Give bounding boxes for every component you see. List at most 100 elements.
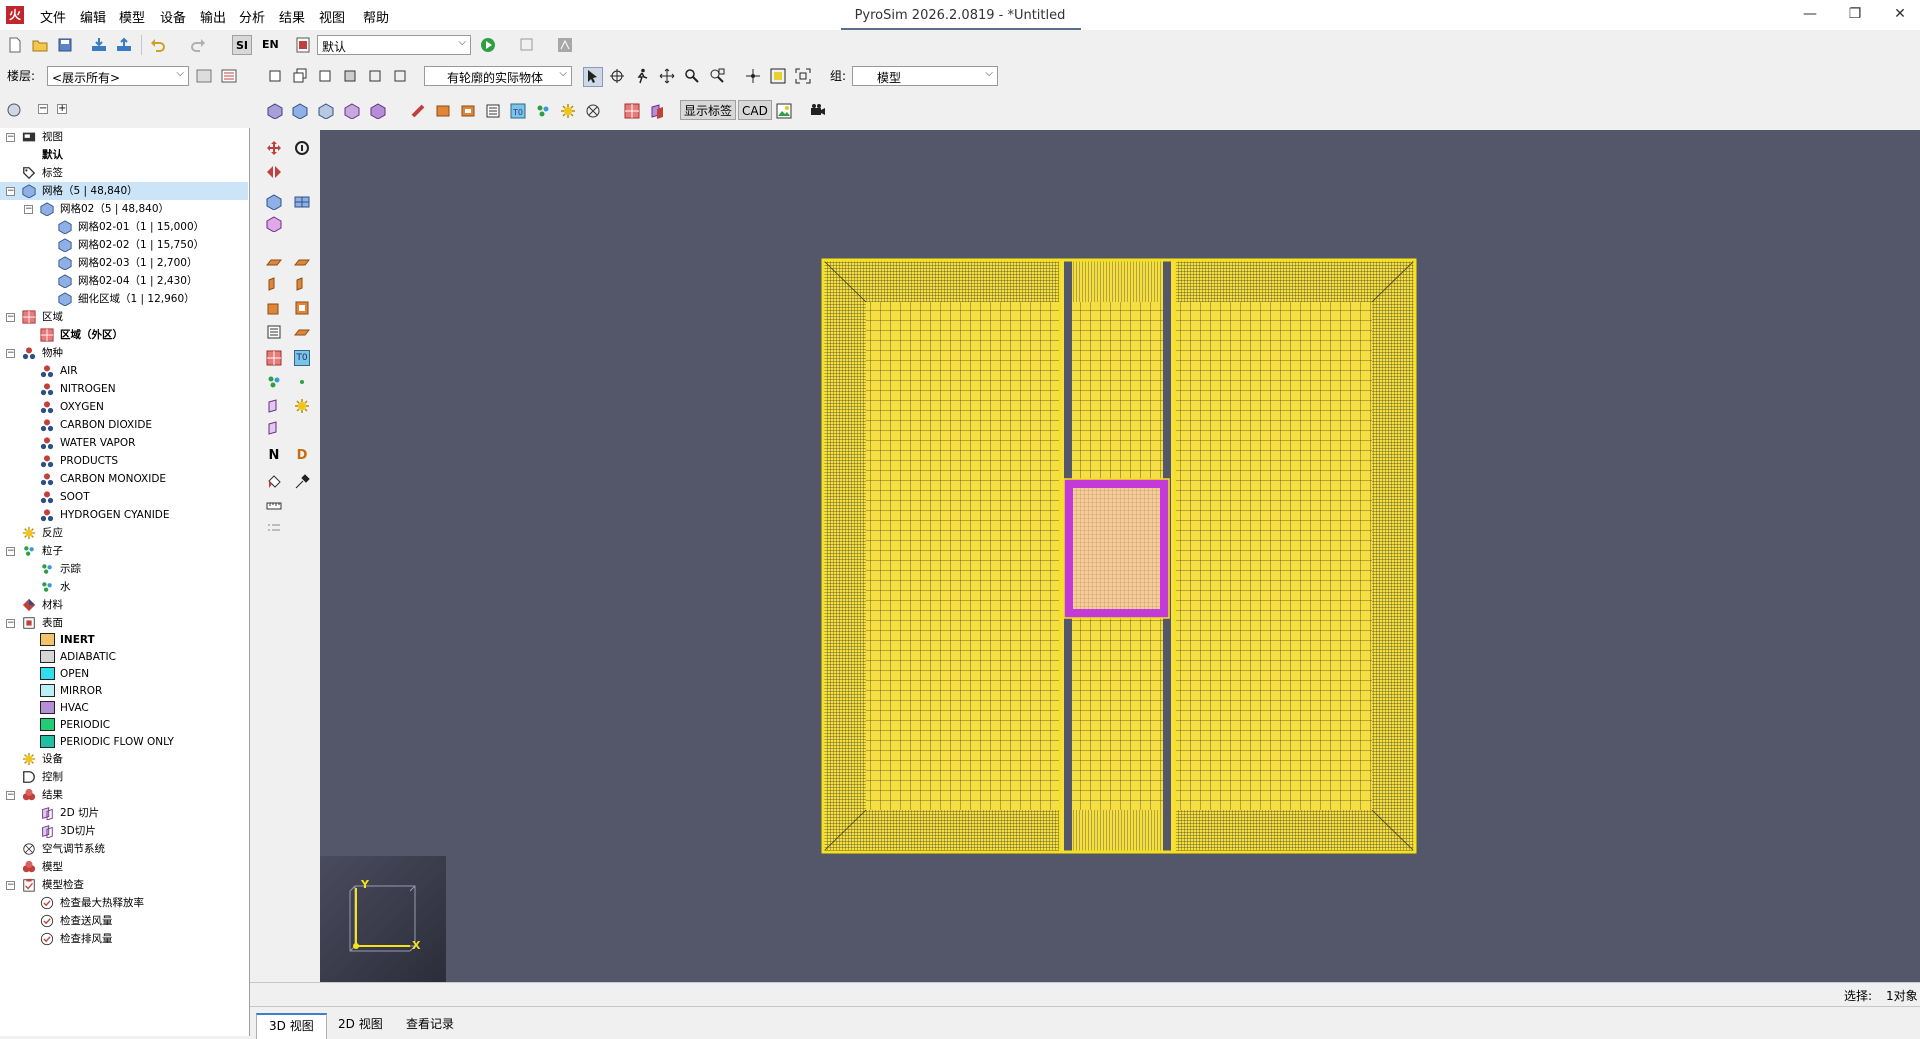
background-image-icon[interactable] bbox=[776, 103, 792, 119]
tab-2d-view[interactable]: 2D 视图 bbox=[326, 1013, 395, 1037]
tree-node-mesh[interactable]: 网格02-01（1 | 15,000） bbox=[0, 218, 249, 236]
point-tool-icon[interactable] bbox=[294, 374, 310, 390]
t0-tool-icon[interactable]: T0 bbox=[294, 350, 310, 366]
tree-node-zones[interactable]: − 区域 bbox=[0, 308, 249, 326]
tree-node-surface-item[interactable]: HVAC bbox=[0, 699, 249, 717]
view-manager-icon[interactable] bbox=[295, 37, 311, 53]
tree-node-particle-item[interactable]: 水 bbox=[0, 578, 249, 596]
floor-list-icon[interactable] bbox=[221, 68, 237, 84]
walk-icon[interactable] bbox=[634, 68, 650, 84]
show-zones-icon[interactable] bbox=[624, 103, 640, 119]
export-icon[interactable] bbox=[116, 37, 132, 53]
obstruction-icon[interactable] bbox=[267, 68, 283, 84]
show-holes-icon[interactable] bbox=[460, 103, 476, 119]
close-button[interactable]: ✕ bbox=[1885, 6, 1915, 24]
floor-select[interactable]: <展示所有> ⌵ bbox=[47, 66, 189, 86]
duct-tool-icon[interactable]: D bbox=[294, 448, 310, 464]
slab-tool-2-icon[interactable] bbox=[294, 254, 310, 270]
3d-viewport[interactable]: Y X bbox=[320, 130, 1920, 982]
tree-node-check-item[interactable]: 检查排风量 bbox=[0, 930, 249, 948]
tree-node-devices[interactable]: 设备 bbox=[0, 750, 249, 768]
show-meshes-icon[interactable]: T0 bbox=[510, 103, 526, 119]
run-simulation-icon[interactable] bbox=[480, 37, 496, 53]
tree-node-species-item[interactable]: PRODUCTS bbox=[0, 452, 249, 470]
hole-tool-icon[interactable] bbox=[294, 300, 310, 316]
tree-node-labels[interactable]: 标签 bbox=[0, 164, 249, 182]
fit-all-icon[interactable] bbox=[795, 68, 811, 84]
unit-en-toggle[interactable]: EN bbox=[259, 35, 282, 55]
obstruction-copy-icon[interactable] bbox=[292, 68, 308, 84]
wall-tool-2-icon[interactable] bbox=[294, 276, 310, 292]
tree-node-species-item[interactable]: WATER VAPOR bbox=[0, 434, 249, 452]
tree-node-surface-item[interactable]: PERIODIC bbox=[0, 716, 249, 734]
collapse-all-icon[interactable]: − bbox=[38, 104, 48, 114]
tree-node-result-item[interactable]: 2D 切片 bbox=[0, 804, 249, 822]
rotate-tool-icon[interactable] bbox=[294, 140, 310, 156]
tree-node-controls[interactable]: 控制 bbox=[0, 768, 249, 786]
tree-node-mesh-group[interactable]: − 网格02（5 | 48,840） bbox=[0, 200, 249, 218]
zoom-icon[interactable] bbox=[684, 68, 700, 84]
split-mesh-icon[interactable] bbox=[294, 194, 310, 210]
show-fires-icon[interactable] bbox=[560, 103, 576, 119]
view-side-icon[interactable] bbox=[344, 103, 360, 119]
tree-node-zone-outer[interactable]: 区域（外区） bbox=[0, 326, 249, 344]
center-icon[interactable] bbox=[745, 68, 761, 84]
undo-icon[interactable] bbox=[150, 37, 166, 53]
tree-node-default-view[interactable]: 默认 bbox=[0, 146, 249, 164]
show-vents-icon[interactable] bbox=[485, 103, 501, 119]
tree-node-views[interactable]: − 视图 bbox=[0, 128, 249, 146]
fire-tool-icon[interactable] bbox=[294, 398, 310, 414]
view-select[interactable]: 默认 ⌵ bbox=[317, 35, 471, 55]
pan-icon[interactable] bbox=[659, 68, 675, 84]
tree-node-meshes[interactable]: − 网格（5 | 48,840） bbox=[0, 182, 248, 200]
group-select[interactable]: 模型 ⌵ bbox=[852, 66, 998, 86]
room-tool-icon[interactable] bbox=[294, 324, 310, 340]
orbit-icon[interactable] bbox=[609, 68, 625, 84]
tree-node-surface-item[interactable]: ADIABATIC bbox=[0, 648, 249, 666]
slice-3d-tool-icon[interactable] bbox=[266, 420, 282, 436]
tree-node-materials[interactable]: 材料 bbox=[0, 596, 249, 614]
tree-node-reactions[interactable]: 反应 bbox=[0, 524, 249, 542]
show-slices-icon[interactable] bbox=[649, 103, 665, 119]
tree-node-mesh[interactable]: 细化区域（1 | 12,960） bbox=[0, 290, 249, 308]
camera-icon[interactable] bbox=[810, 103, 826, 119]
tree-node-species[interactable]: − 物种 bbox=[0, 344, 249, 362]
tree-node-results[interactable]: − 结果 bbox=[0, 786, 249, 804]
mesh-tool-icon[interactable] bbox=[266, 194, 282, 210]
view-top-icon[interactable] bbox=[292, 103, 308, 119]
ruler-tool-icon[interactable] bbox=[266, 498, 282, 514]
view-front-icon[interactable] bbox=[318, 103, 334, 119]
tree-node-surface-item[interactable]: OPEN bbox=[0, 665, 249, 683]
tree-node-check-item[interactable]: 检查送风量 bbox=[0, 912, 249, 930]
mirror-tool-icon[interactable] bbox=[266, 164, 282, 180]
zone-tool-icon[interactable] bbox=[266, 350, 282, 366]
results-viewer-icon[interactable] bbox=[557, 37, 573, 53]
minimize-button[interactable]: — bbox=[1795, 6, 1825, 24]
refine-mesh-icon[interactable] bbox=[266, 216, 282, 232]
move-tool-icon[interactable] bbox=[266, 140, 282, 156]
new-file-icon[interactable] bbox=[7, 37, 23, 53]
slab-tool-icon[interactable] bbox=[266, 254, 282, 270]
tree-node-model-check[interactable]: − 模型检查 bbox=[0, 876, 249, 894]
textured-icon[interactable] bbox=[367, 68, 383, 84]
show-particles-icon[interactable] bbox=[535, 103, 551, 119]
wireframe-icon[interactable] bbox=[392, 68, 408, 84]
select-tool-icon[interactable] bbox=[583, 67, 603, 87]
tree-node-particles[interactable]: − 粒子 bbox=[0, 542, 249, 560]
more-tools-icon[interactable] bbox=[266, 520, 282, 536]
fit-selected-icon[interactable] bbox=[770, 68, 786, 84]
block-tool-icon[interactable] bbox=[266, 300, 282, 316]
show-labels-button[interactable]: 显示标签 bbox=[680, 100, 737, 120]
tree-node-surface-item[interactable]: PERIODIC FLOW ONLY bbox=[0, 733, 249, 751]
show-hvac-icon[interactable] bbox=[585, 103, 601, 119]
render-mode-select[interactable]: 有轮廓的实际物体 ⌵ bbox=[424, 66, 572, 86]
run-options-icon[interactable] bbox=[519, 37, 535, 53]
tab-log[interactable]: 查看记录 bbox=[394, 1013, 466, 1037]
view-iso-icon[interactable] bbox=[267, 103, 283, 119]
show-species-icon[interactable] bbox=[410, 103, 426, 119]
tree-node-species-item[interactable]: NITROGEN bbox=[0, 380, 249, 398]
tree-node-species-item[interactable]: AIR bbox=[0, 362, 249, 380]
slice-tool-icon[interactable] bbox=[266, 398, 282, 414]
floor-image-icon[interactable] bbox=[196, 68, 212, 84]
import-icon[interactable] bbox=[91, 37, 107, 53]
